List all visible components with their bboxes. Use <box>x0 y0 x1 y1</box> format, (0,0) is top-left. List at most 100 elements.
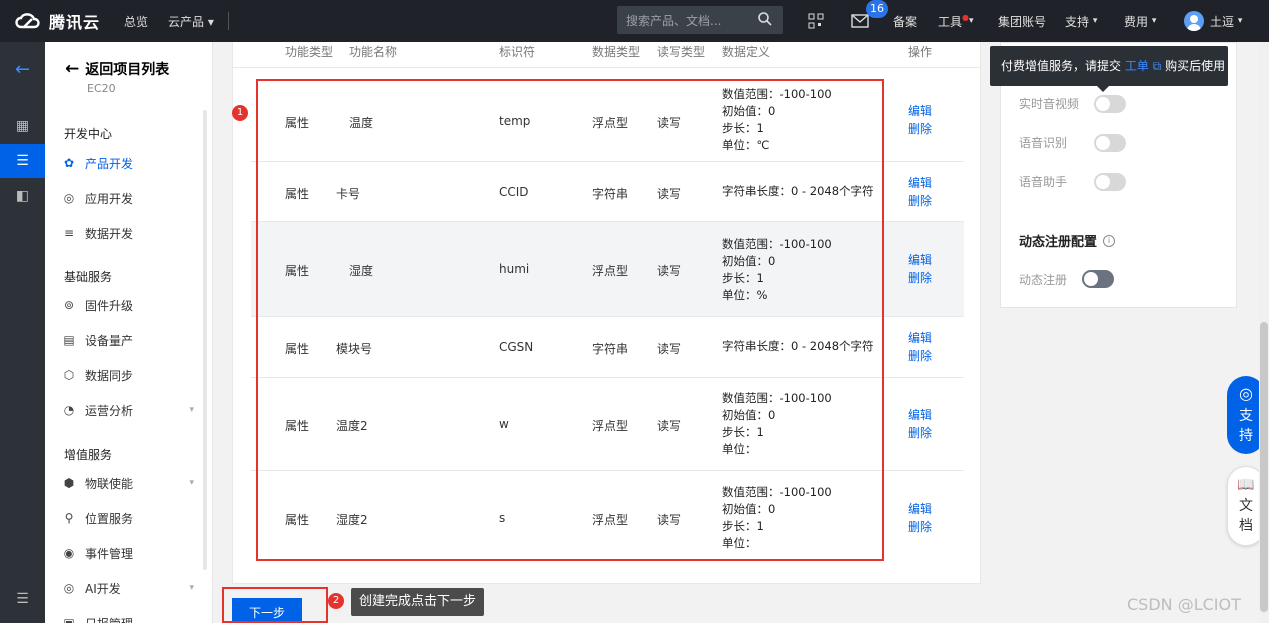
toggle-label-video: 实时音视频 <box>1019 97 1080 111</box>
header-data-def: 数据定义 <box>722 45 771 59</box>
sidebar-item-analytics[interactable]: ◔ 运营分析 ▾ <box>61 395 206 425</box>
nav-overview[interactable]: 总览 <box>124 13 148 30</box>
delete-link[interactable]: 删除 <box>908 424 932 442</box>
nav-billing[interactable]: 费用 ▾ <box>1124 0 1156 42</box>
ticket-link[interactable]: 工单 ⧉ <box>1125 59 1161 73</box>
section-value-added: 增值服务 <box>64 448 113 462</box>
delete-link[interactable]: 删除 <box>908 120 932 138</box>
icon-rail: ← ▦ ☰ ◧ ☰ <box>0 42 45 623</box>
upgrade-icon: ⊚ <box>63 298 75 312</box>
back-to-project-list[interactable]: ← 返回项目列表 <box>65 59 169 79</box>
sidebar: ← 返回项目列表 EC20 开发中心 ✿ 产品开发 ◎ 应用开发 ≡ 数据开发 … <box>45 42 213 623</box>
edit-link[interactable]: 编辑 <box>908 174 932 192</box>
sidebar-item-data-sync[interactable]: ⬡ 数据同步 <box>61 360 206 390</box>
highlight-box-table <box>256 79 884 561</box>
edit-link[interactable]: 编辑 <box>908 329 932 347</box>
cloud-logo-icon <box>15 13 40 29</box>
analytics-icon: ◔ <box>63 403 75 417</box>
nav-filing[interactable]: 备案 <box>893 0 917 42</box>
device-icon: ▤ <box>63 333 75 347</box>
edit-link[interactable]: 编辑 <box>908 406 932 424</box>
watermark: CSDN @LCIOT <box>1127 595 1241 614</box>
sidebar-item-app-dev[interactable]: ◎ 应用开发 <box>61 183 206 213</box>
edit-link[interactable]: 编辑 <box>908 500 932 518</box>
toggle-label-assistant: 语音助手 <box>1019 175 1068 189</box>
toggle-realtime-video[interactable] <box>1094 95 1126 113</box>
nav-group-account[interactable]: 集团账号 <box>998 0 1046 42</box>
toggle-voice-assistant[interactable] <box>1094 173 1126 191</box>
instruction-callout: 创建完成点击下一步 <box>351 588 485 616</box>
header-actions: 操作 <box>908 45 933 59</box>
ai-icon: ◎ <box>63 581 75 595</box>
search-input[interactable]: 搜索产品、文档... <box>617 6 783 34</box>
page-scrollbar[interactable] <box>1259 42 1269 623</box>
chevron-down-icon: ▾ <box>189 405 194 415</box>
chevron-down-icon: ▾ <box>189 478 194 488</box>
scrollbar-thumb[interactable] <box>1260 322 1268 612</box>
user-name: 土逗 <box>1210 14 1235 29</box>
sidebar-item-data-dev[interactable]: ≡ 数据开发 <box>61 218 206 248</box>
search-icon[interactable] <box>757 11 773 27</box>
event-icon: ◉ <box>63 546 75 560</box>
target-icon: ◎ <box>63 191 75 205</box>
data-flow-icon: ≡ <box>63 226 75 240</box>
headset-icon: ◎ <box>1239 384 1253 403</box>
header-data-type: 数据类型 <box>592 45 641 59</box>
avatar <box>1184 11 1204 31</box>
nav-tools[interactable]: 工具 ● ▾ <box>938 0 974 42</box>
dashboard-grid-icon[interactable]: ▦ <box>0 109 45 143</box>
cube-icon: ⬢ <box>63 476 75 490</box>
delete-link[interactable]: 删除 <box>908 518 932 536</box>
user-menu[interactable]: 土逗 ▾ <box>1184 0 1242 42</box>
menu-toggle-icon[interactable]: ☰ <box>0 582 45 616</box>
header-rw-type: 读写类型 <box>657 45 706 59</box>
dynamic-register-label: 动态注册 <box>1019 273 1068 287</box>
location-pin-icon: ⚲ <box>64 511 74 525</box>
divider <box>227 12 229 30</box>
tencent-cloud-logo[interactable]: 腾讯云 <box>0 9 110 33</box>
panel-icon[interactable]: ◧ <box>0 179 45 213</box>
sync-icon: ⬡ <box>63 368 75 382</box>
sidebar-item-report[interactable]: ▣ 日报管理 <box>61 608 206 623</box>
gear-icon: ✿ <box>63 156 75 170</box>
paid-service-tooltip: 付费增值服务，请提交 工单 ⧉ 购买后使用 <box>990 46 1228 92</box>
message-count-badge: 16 <box>866 0 888 18</box>
list-menu-icon[interactable]: ☰ <box>0 144 45 178</box>
delete-link[interactable]: 删除 <box>908 192 932 210</box>
nav-support[interactable]: 支持 ▾ <box>1065 0 1097 42</box>
toggle-dynamic-register[interactable] <box>1082 270 1114 288</box>
edit-link[interactable]: 编辑 <box>908 102 932 120</box>
sidebar-item-events[interactable]: ◉ 事件管理 <box>61 538 206 568</box>
book-icon: 📖 <box>1237 477 1255 493</box>
logo-text: 腾讯云 <box>49 13 101 32</box>
toggle-label-speech: 语音识别 <box>1019 136 1068 150</box>
qr-code-icon[interactable] <box>808 0 824 42</box>
header-func-name: 功能名称 <box>349 45 398 59</box>
dynamic-register-heading: 动态注册配置 i <box>1019 231 1116 250</box>
step-badge-2: 2 <box>328 593 344 609</box>
section-basic-services: 基础服务 <box>64 270 113 284</box>
sidebar-item-ai-dev[interactable]: ◎ AI开发 ▾ <box>61 573 206 603</box>
sidebar-item-firmware[interactable]: ⊚ 固件升级 <box>61 290 206 320</box>
sidebar-item-iot-enable[interactable]: ⬢ 物联使能 ▾ <box>61 468 206 498</box>
sidebar-item-product-dev[interactable]: ✿ 产品开发 <box>61 148 206 178</box>
section-dev-center: 开发中心 <box>64 127 113 141</box>
toggle-speech-recognition[interactable] <box>1094 134 1126 152</box>
table-header: 功能类型 功能名称 标识符 数据类型 读写类型 数据定义 操作 <box>233 42 982 68</box>
report-icon: ▣ <box>63 616 75 623</box>
delete-link[interactable]: 删除 <box>908 347 932 365</box>
header-identifier: 标识符 <box>499 45 536 59</box>
chevron-down-icon: ▾ <box>189 583 194 593</box>
sidebar-item-location[interactable]: ⚲ 位置服务 <box>61 503 206 533</box>
collapse-arrow-icon[interactable]: ← <box>0 52 45 86</box>
back-label: 返回项目列表 <box>85 62 170 78</box>
header-func-type: 功能类型 <box>285 45 334 59</box>
back-arrow-icon: ← <box>65 59 80 79</box>
info-icon[interactable]: i <box>1103 234 1116 247</box>
edit-link[interactable]: 编辑 <box>908 251 932 269</box>
search-placeholder: 搜索产品、文档... <box>626 13 722 28</box>
sidebar-scrollbar[interactable] <box>203 110 207 570</box>
delete-link[interactable]: 删除 <box>908 269 932 287</box>
sidebar-item-mass-production[interactable]: ▤ 设备量产 <box>61 325 206 355</box>
nav-products[interactable]: 云产品 ▾ <box>168 13 214 30</box>
